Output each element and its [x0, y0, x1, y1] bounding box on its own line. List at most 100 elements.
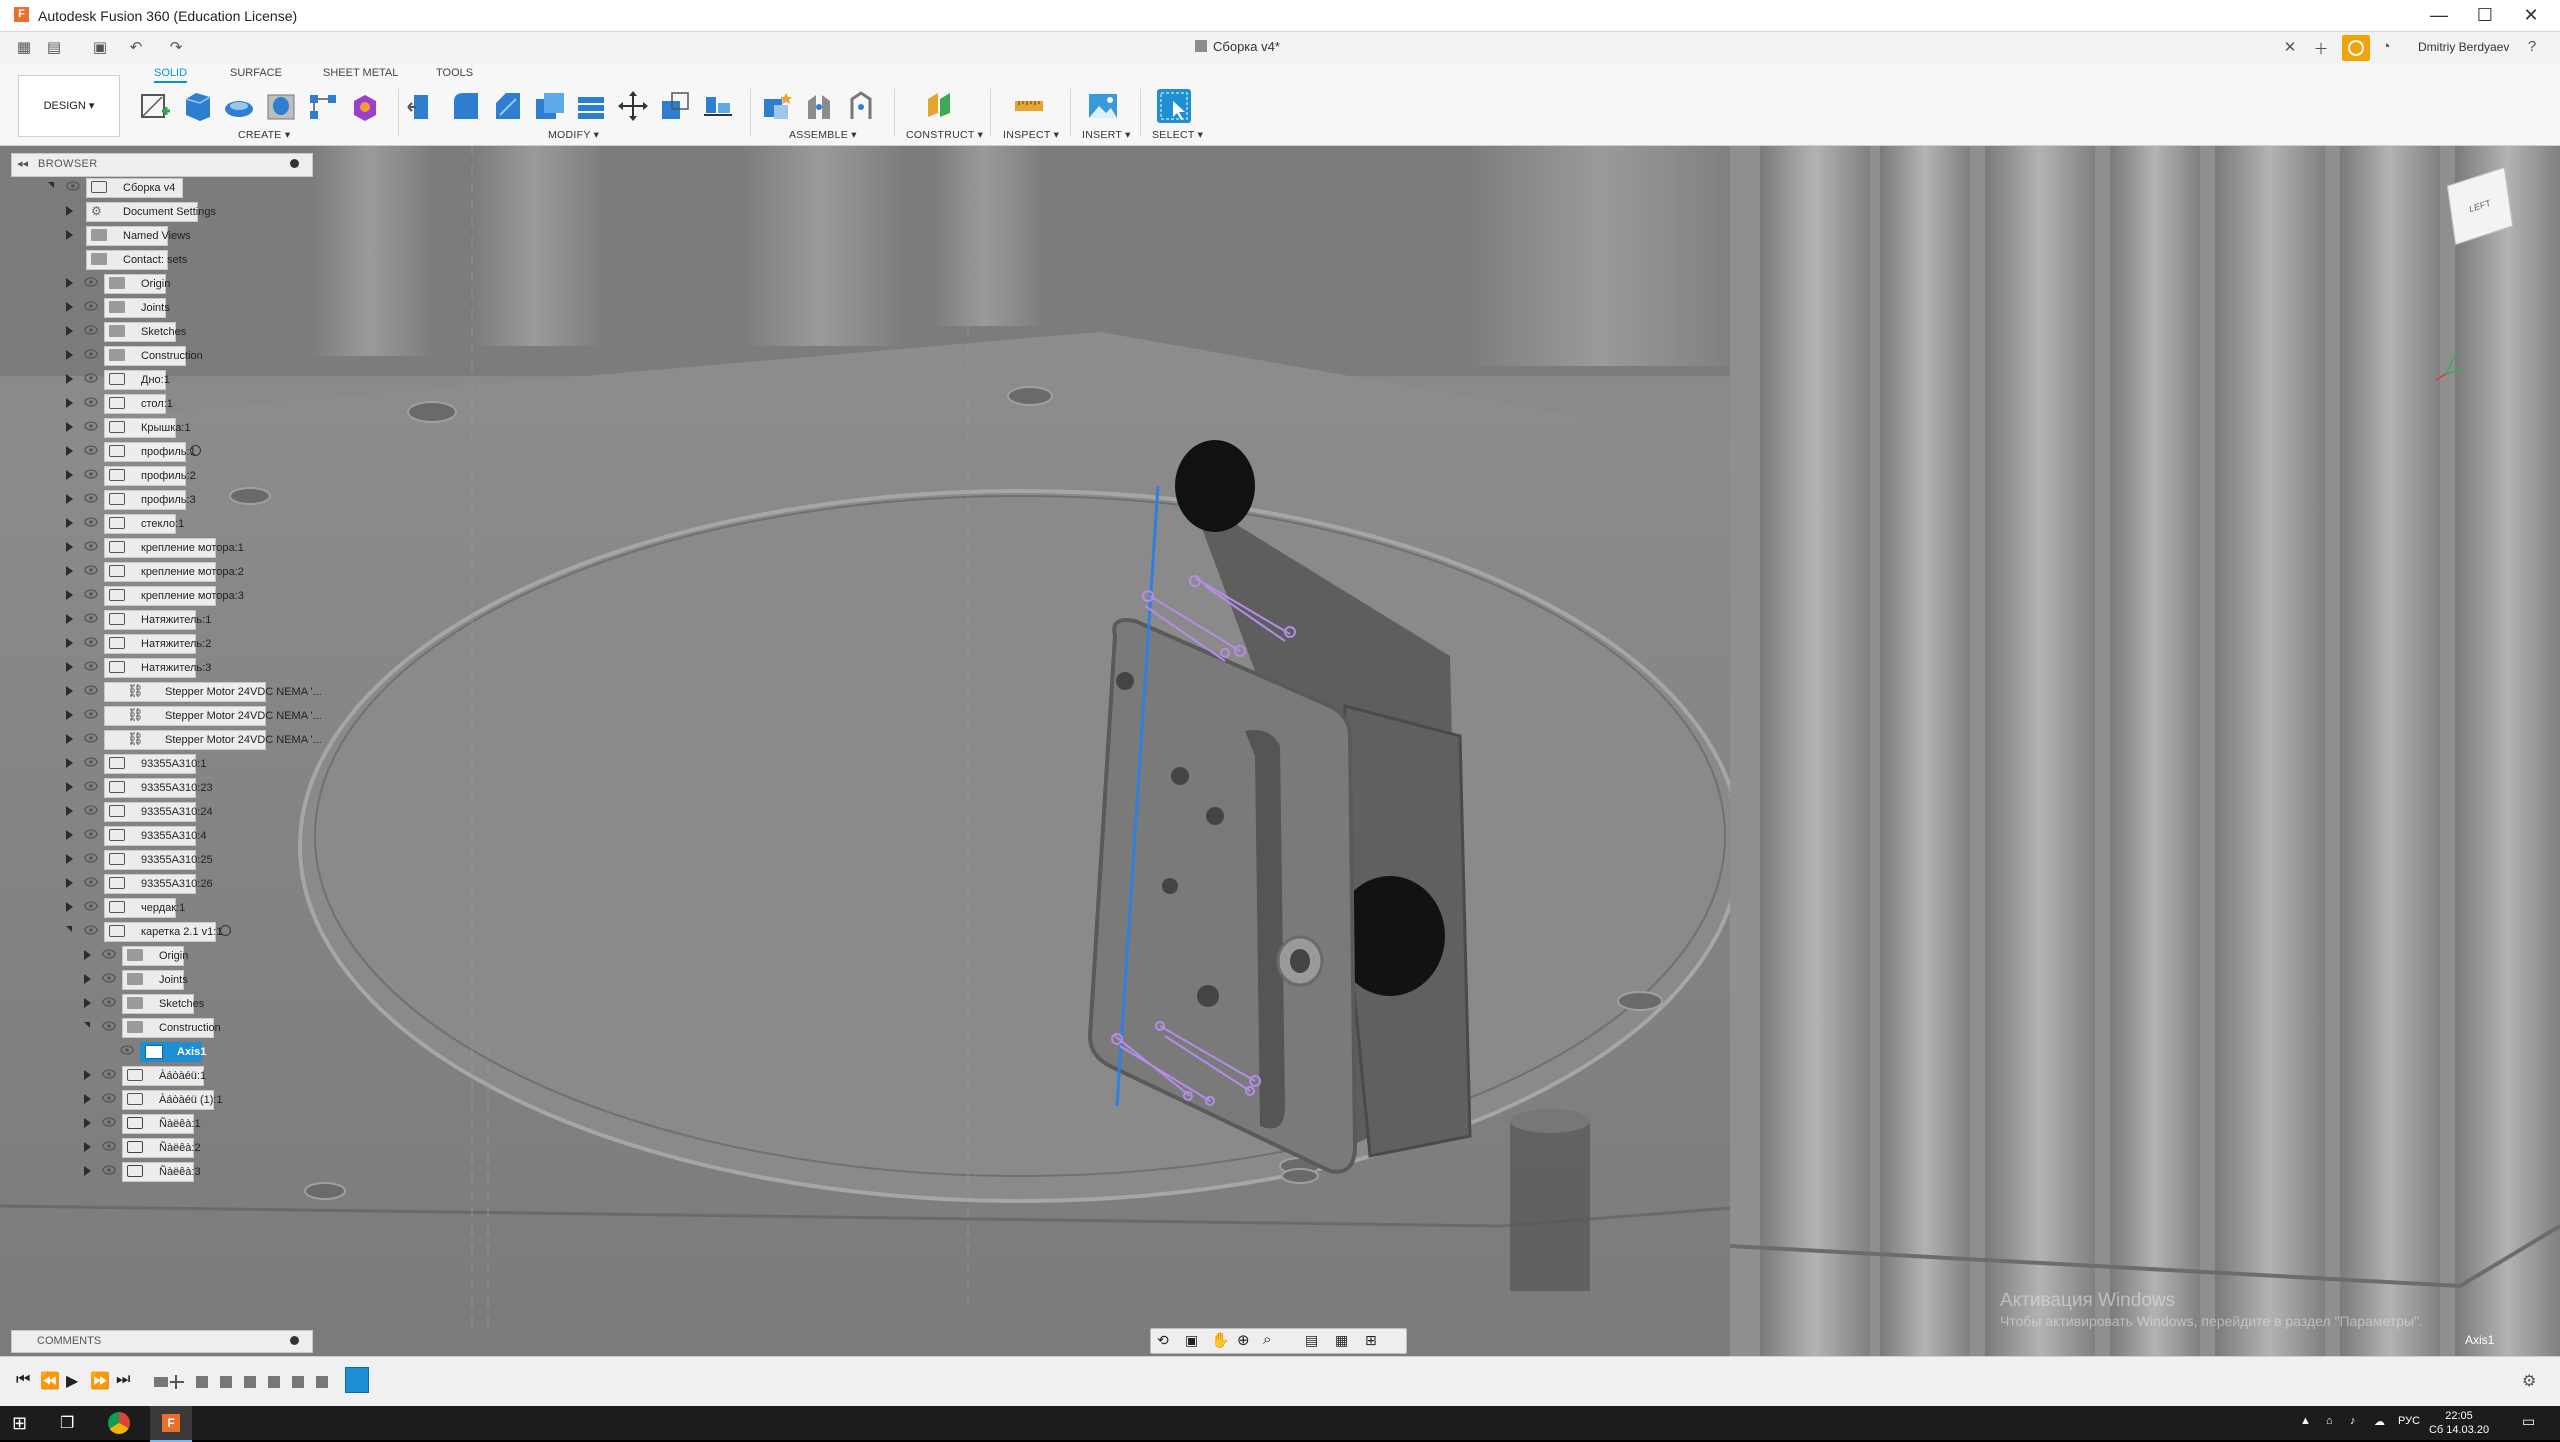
expand-arrow-icon[interactable]	[66, 446, 73, 456]
visibility-eye-icon[interactable]	[84, 372, 98, 384]
chrome-taskbar-icon[interactable]	[108, 1412, 130, 1434]
hole-tool[interactable]	[264, 89, 298, 123]
browser-node[interactable]: стекло:1	[104, 514, 184, 534]
browser-tree-row[interactable]: ⛓ Stepper Motor 24VDC NEMA '...	[0, 728, 322, 750]
combine-tool[interactable]	[574, 89, 608, 123]
browser-node[interactable]: Ñàëêà:1	[122, 1114, 201, 1134]
expand-arrow-icon[interactable]	[84, 1094, 91, 1104]
visibility-eye-icon[interactable]	[84, 660, 98, 672]
browser-tree-row[interactable]: Крышка:1	[0, 416, 320, 438]
grid-settings-icon[interactable]: ▦	[1335, 1332, 1348, 1349]
app-grid-icon[interactable]: ▦	[14, 38, 34, 56]
modify-group-label[interactable]: MODIFY ▾	[548, 129, 599, 141]
browser-tree-row[interactable]: крепление мотора:1	[0, 536, 320, 558]
browser-tree-row[interactable]: Дно:1	[0, 368, 320, 390]
visibility-eye-icon[interactable]	[84, 900, 98, 912]
browser-node[interactable]: Origin	[122, 946, 188, 966]
document-tab[interactable]: Сборка v4*	[1195, 39, 1280, 54]
visibility-eye-icon[interactable]	[84, 348, 98, 360]
browser-node[interactable]: 93355A310:26	[104, 874, 213, 894]
expand-arrow-icon[interactable]	[66, 854, 73, 864]
browser-tree-row[interactable]: Contact: sets	[0, 248, 320, 270]
browser-node[interactable]: каретка 2.1 v1:1	[104, 922, 222, 942]
select-group-label[interactable]: SELECT ▾	[1152, 129, 1203, 141]
visibility-eye-icon[interactable]	[102, 1092, 116, 1104]
browser-tree-row[interactable]: профиль:3	[0, 488, 320, 510]
browser-tree-row[interactable]: крепление мотора:2	[0, 560, 320, 582]
browser-node[interactable]: Origin	[104, 274, 170, 294]
step-forward-icon[interactable]: ⏩	[90, 1371, 110, 1391]
browser-tree-row[interactable]: Àáòàéü:1	[0, 1064, 320, 1086]
expand-arrow-icon[interactable]	[66, 878, 73, 888]
timeline-current-feature[interactable]	[345, 1367, 369, 1393]
construct-group-label[interactable]: CONSTRUCT ▾	[906, 129, 983, 141]
collapse-panel-icon[interactable]: ◂◂	[17, 157, 28, 170]
expand-arrow-icon[interactable]	[66, 638, 73, 648]
model-canvas[interactable]	[0, 146, 2560, 1356]
browser-tree-row[interactable]: Joints	[0, 296, 320, 318]
visibility-eye-icon[interactable]	[84, 828, 98, 840]
visibility-eye-icon[interactable]	[84, 300, 98, 312]
browser-tree-row[interactable]: Construction	[0, 344, 320, 366]
step-back-icon[interactable]: ⏪	[40, 1371, 60, 1391]
expand-arrow-icon[interactable]	[66, 470, 73, 480]
windows-start-icon[interactable]: ⊞	[12, 1413, 27, 1434]
chamfer-tool[interactable]	[490, 89, 524, 123]
expand-arrow-icon[interactable]	[66, 542, 73, 552]
file-menu-icon[interactable]: ▤	[44, 38, 64, 56]
browser-tree-row[interactable]: ⛓ Stepper Motor 24VDC NEMA '...	[0, 704, 322, 726]
browser-node[interactable]: Joints	[104, 298, 170, 318]
visibility-eye-icon[interactable]	[84, 852, 98, 864]
taskbar-clock[interactable]: 22:05 Сб 14.03.20	[2428, 1409, 2490, 1437]
visibility-eye-icon[interactable]	[102, 1020, 116, 1032]
insert-image-tool[interactable]	[1086, 89, 1120, 123]
visibility-eye-icon[interactable]	[84, 876, 98, 888]
browser-node[interactable]: Àáòàéü:1	[122, 1066, 206, 1086]
browser-tree-row[interactable]: 93355A310:24	[0, 800, 320, 822]
tab-sheet-metal[interactable]: SHEET METAL	[323, 67, 398, 79]
browser-tree-row[interactable]: Joints	[0, 968, 320, 990]
browser-tree-row[interactable]: Натяжитель:3	[0, 656, 320, 678]
browser-tree-row[interactable]: стол:1	[0, 392, 320, 414]
visibility-eye-icon[interactable]	[84, 276, 98, 288]
browser-tree-row[interactable]: Construction	[0, 1016, 320, 1038]
visibility-eye-icon[interactable]	[84, 324, 98, 336]
expand-arrow-icon[interactable]	[84, 1070, 91, 1080]
browser-node[interactable]: 93355A310:25	[104, 850, 213, 870]
minimize-button[interactable]: —	[2416, 0, 2462, 31]
user-account[interactable]: Dmitriy Berdyaev	[2418, 40, 2509, 54]
keyboard-language[interactable]: РУС	[2398, 1415, 2420, 1427]
expand-arrow-icon[interactable]	[66, 518, 73, 528]
browser-tree-row[interactable]: профиль:2	[0, 464, 320, 486]
offset-plane-tool[interactable]	[922, 89, 956, 123]
expand-arrow-icon[interactable]	[84, 950, 91, 960]
browser-node[interactable]: крепление мотора:1	[104, 538, 244, 558]
browser-tree-row[interactable]: чердак:1	[0, 896, 320, 918]
tab-solid[interactable]: SOLID	[154, 67, 188, 83]
browser-node[interactable]: стол:1	[104, 394, 173, 414]
expand-arrow-icon[interactable]	[66, 422, 73, 432]
shell-tool[interactable]	[532, 89, 566, 123]
pattern-tool[interactable]	[306, 89, 340, 123]
create-sketch-tool[interactable]	[138, 89, 172, 123]
maximize-button[interactable]: ☐	[2462, 0, 2508, 31]
browser-node[interactable]: профиль:1	[104, 442, 196, 462]
display-settings-icon[interactable]: ▤	[1305, 1332, 1318, 1349]
play-icon[interactable]: ▶	[66, 1371, 78, 1391]
expand-arrow-icon[interactable]	[66, 758, 73, 768]
browser-node[interactable]: Крышка:1	[104, 418, 191, 438]
fit-icon[interactable]: ⌕	[1263, 1331, 1271, 1348]
expand-arrow-icon[interactable]	[66, 206, 73, 216]
expand-arrow-icon[interactable]	[66, 902, 73, 912]
extrude-tool[interactable]	[180, 89, 214, 123]
expand-arrow-icon[interactable]	[66, 494, 73, 504]
fusion-taskbar-button[interactable]: F	[150, 1406, 192, 1442]
expand-arrow-icon[interactable]	[66, 710, 73, 720]
visibility-eye-icon[interactable]	[84, 540, 98, 552]
visibility-eye-icon[interactable]	[66, 180, 80, 192]
as-built-joint-tool[interactable]	[844, 89, 878, 123]
expand-arrow-icon[interactable]	[66, 350, 73, 360]
browser-panel-header[interactable]: ◂◂ BROWSER	[11, 153, 313, 177]
browser-node[interactable]: Дно:1	[104, 370, 170, 390]
browser-node[interactable]: Àáòàéü (1):1	[122, 1090, 223, 1110]
